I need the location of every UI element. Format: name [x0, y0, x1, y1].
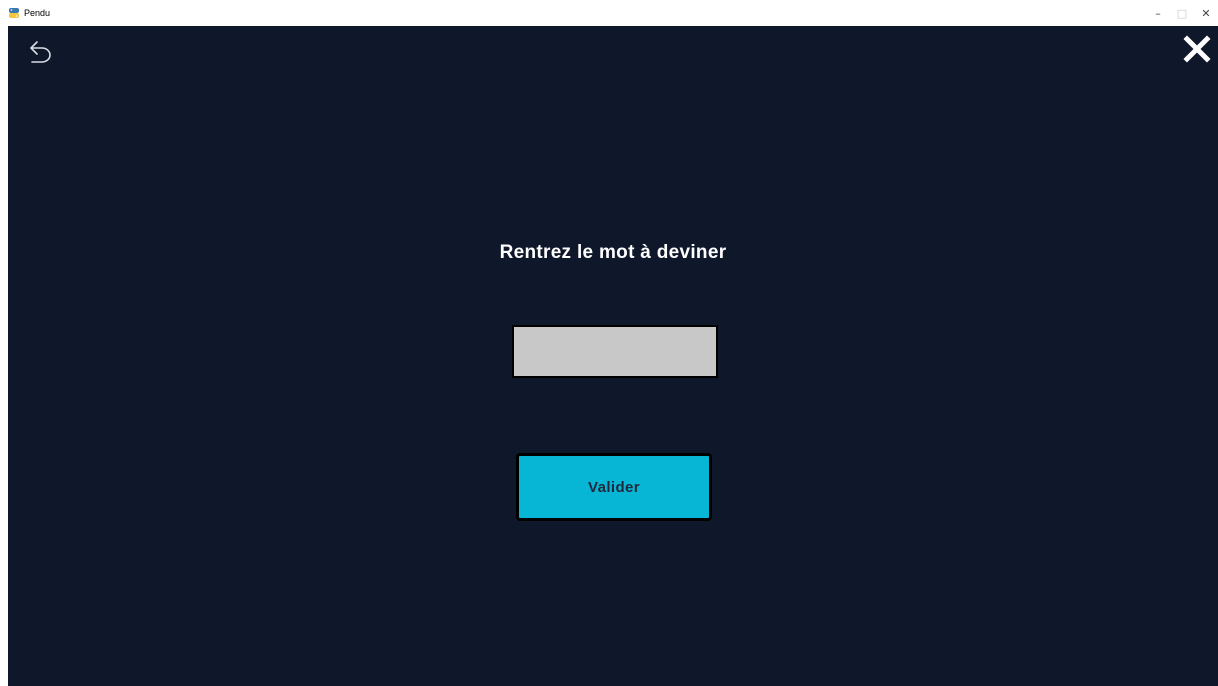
close-x-icon — [1183, 35, 1211, 63]
back-button[interactable] — [22, 36, 56, 66]
game-screen: Rentrez le mot à deviner Valider — [8, 26, 1218, 686]
window-controls: – □ ✕ — [1146, 0, 1218, 26]
word-input[interactable] — [512, 325, 718, 378]
undo-arrow-icon — [30, 41, 51, 63]
close-button[interactable] — [1182, 34, 1212, 64]
window-title: Pendu — [24, 8, 51, 18]
window-close-button[interactable]: ✕ — [1194, 0, 1218, 26]
title-bar: Pendu – □ ✕ — [0, 0, 1218, 26]
maximize-button[interactable]: □ — [1170, 0, 1194, 26]
minimize-button[interactable]: – — [1146, 0, 1170, 26]
word-prompt: Rentrez le mot à deviner — [499, 242, 727, 263]
python-icon — [9, 8, 19, 18]
app-window: Pendu – □ ✕ Rentrez le mot à deviner Val… — [0, 0, 1218, 686]
validate-button[interactable]: Valider — [516, 453, 712, 521]
